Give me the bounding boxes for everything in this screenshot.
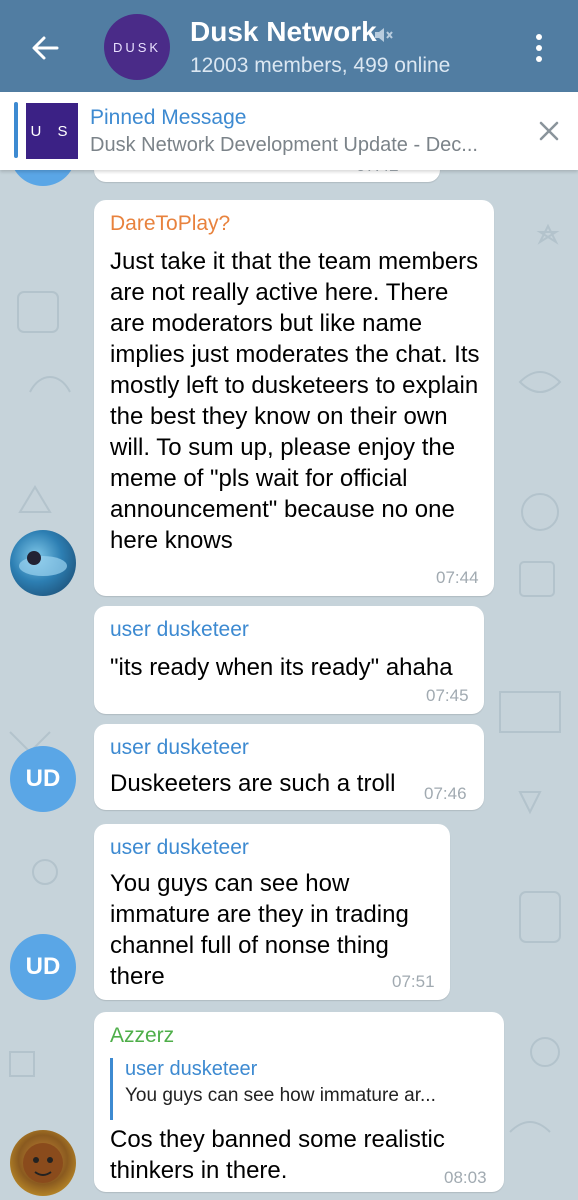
user-initials-avatar[interactable]: UD <box>10 934 76 1000</box>
back-button[interactable] <box>22 28 68 68</box>
message-time: 07:51 <box>392 972 435 991</box>
reply-sender: user dusketeer <box>125 1058 258 1080</box>
close-pinned-button[interactable] <box>532 114 566 148</box>
message-time: 08:03 <box>444 1168 487 1187</box>
message-sender[interactable]: DareToPlay? <box>110 212 230 236</box>
reply-quote[interactable]: user dusketeer You guys can see how imma… <box>110 1058 436 1120</box>
user-initials-avatar[interactable]: UD <box>10 746 76 812</box>
message-text: Just take it that the team members are n… <box>110 248 480 554</box>
more-options-button[interactable] <box>524 28 554 68</box>
message-sender[interactable]: user dusketeer <box>110 836 249 860</box>
pinned-thumbnail: U S <box>26 103 78 159</box>
message-bubble[interactable]: user dusketeer "its ready when its ready… <box>94 606 484 714</box>
group-subtitle: 12003 members, 499 online <box>190 54 451 77</box>
message-bubble[interactable]: DareToPlay? Just take it that the team m… <box>94 200 494 596</box>
pinned-label: Pinned Message <box>90 106 247 129</box>
message-time: 07:45 <box>426 686 469 705</box>
dot-icon <box>536 45 542 51</box>
group-title[interactable]: Dusk Network <box>190 16 377 48</box>
arrow-left-icon <box>32 36 59 60</box>
swimmer-photo-icon <box>19 551 67 576</box>
user-photo-avatar[interactable] <box>10 1130 76 1196</box>
message-text: You guys can see how immature are they i… <box>110 870 409 990</box>
message-bubble[interactable]: user dusketeer Duskeeters are such a tro… <box>94 724 484 810</box>
message-bubble[interactable]: user dusketeer You guys can see how imma… <box>94 824 450 1000</box>
message-sender[interactable]: Azzerz <box>110 1024 174 1048</box>
pinned-accent-bar <box>14 102 18 158</box>
muted-speaker-icon <box>375 28 393 42</box>
message-text: "its ready when its ready" ahaha <box>110 654 453 681</box>
user-photo-avatar[interactable] <box>10 530 76 596</box>
message-bubble[interactable]: Azzerz user dusketeer You guys can see h… <box>94 1012 504 1192</box>
face-photo-icon <box>23 1143 63 1183</box>
group-avatar-text: DUSK <box>112 39 162 55</box>
message-list[interactable]: 07:42 DareToPlay? Just take it that the … <box>0 120 578 1200</box>
avatar-initials: UD <box>25 953 61 980</box>
message-time: 07:46 <box>424 784 467 803</box>
message-time: 07:44 <box>436 568 479 587</box>
dot-icon <box>536 34 542 40</box>
pinned-preview-text: Dusk Network Development Update - Dec... <box>90 134 478 156</box>
message-text: Duskeeters are such a troll <box>110 770 396 797</box>
dot-icon <box>536 56 542 62</box>
avatar-initials: UD <box>25 765 61 792</box>
group-avatar[interactable]: DUSK <box>104 14 170 80</box>
message-text: Cos they banned some realistic thinkers … <box>110 1126 445 1184</box>
chat-header: DUSK Dusk Network 12003 members, 499 onl… <box>0 0 578 92</box>
message-sender[interactable]: user dusketeer <box>110 618 249 642</box>
reply-preview-text: You guys can see how immature ar... <box>125 1085 436 1106</box>
message-sender[interactable]: user dusketeer <box>110 736 249 760</box>
close-icon <box>539 121 559 141</box>
pinned-thumbnail-text: U S <box>30 122 74 140</box>
pinned-message-bar[interactable]: U S Pinned Message Dusk Network Developm… <box>0 92 578 170</box>
